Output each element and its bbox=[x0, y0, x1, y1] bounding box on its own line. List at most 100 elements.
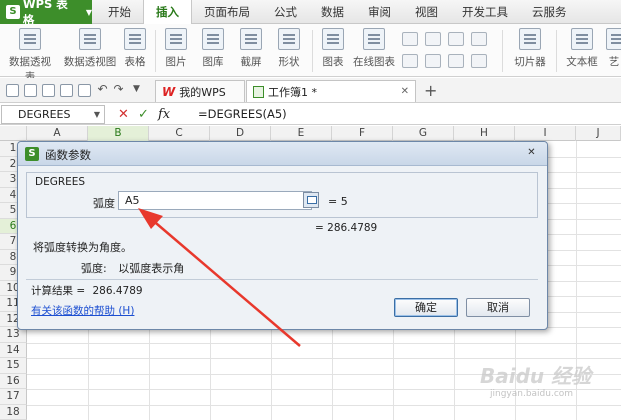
column-header[interactable]: A bbox=[27, 126, 88, 141]
row-header[interactable]: 16 bbox=[0, 373, 27, 389]
pivot-chart-label: 数据透视图 bbox=[63, 56, 117, 68]
menu-tab-cloud[interactable]: 云服务 bbox=[520, 0, 579, 24]
shapes-button[interactable]: 形状 bbox=[276, 28, 302, 69]
parameter-name: 弧度: bbox=[81, 262, 107, 275]
chart-button[interactable]: 图表 bbox=[320, 28, 346, 69]
name-box[interactable]: DEGREES ▼ bbox=[1, 105, 105, 124]
area-chart-icon[interactable] bbox=[471, 54, 487, 68]
art-text-button[interactable]: 艺 bbox=[606, 28, 621, 69]
dialog-title: 函数参数 bbox=[45, 148, 91, 162]
menu-tab-page-layout[interactable]: 页面布局 bbox=[192, 0, 262, 24]
pivot-table-icon bbox=[19, 28, 41, 50]
cancel-button[interactable]: 取消 bbox=[466, 298, 530, 317]
gridline bbox=[27, 404, 621, 406]
calculation-result-label: 计算结果 = bbox=[31, 285, 86, 297]
chevron-down-icon[interactable]: ▼ bbox=[130, 84, 143, 97]
chevron-down-icon[interactable]: ▼ bbox=[94, 106, 100, 123]
row-header[interactable]: 18 bbox=[0, 404, 27, 420]
argument-input[interactable]: A5 bbox=[118, 191, 312, 210]
undo-icon[interactable]: ↶ bbox=[96, 83, 109, 97]
dialog-divider bbox=[26, 279, 538, 280]
function-help-link[interactable]: 有关该函数的帮助 (H) bbox=[31, 303, 134, 318]
art-text-icon bbox=[606, 28, 621, 50]
cancel-x-icon[interactable]: ✕ bbox=[118, 107, 129, 122]
collapse-dialog-icon[interactable] bbox=[303, 192, 319, 208]
slicer-icon bbox=[519, 28, 541, 50]
pivot-table-button[interactable]: 数据透视表 bbox=[4, 28, 56, 84]
gallery-button[interactable]: 图库 bbox=[200, 28, 226, 69]
stock-chart-icon[interactable] bbox=[425, 32, 441, 46]
shapes-label: 形状 bbox=[278, 56, 300, 68]
insert-function-icon[interactable]: fx bbox=[158, 107, 170, 122]
column-chart-icon[interactable] bbox=[402, 54, 418, 68]
pivot-chart-button[interactable]: 数据透视图 bbox=[63, 28, 117, 69]
function-name: DEGREES bbox=[35, 176, 86, 188]
table-button[interactable]: 表格 bbox=[122, 28, 148, 69]
column-header[interactable]: H bbox=[454, 126, 515, 141]
pie-chart-icon[interactable] bbox=[448, 32, 464, 46]
menu-tab-view[interactable]: 视图 bbox=[403, 0, 450, 24]
row-header[interactable]: 17 bbox=[0, 389, 27, 405]
slicer-button[interactable]: 切片器 bbox=[510, 28, 550, 69]
tab-my-wps[interactable]: W 我的WPS bbox=[155, 80, 245, 102]
menu-tab-review[interactable]: 审阅 bbox=[356, 0, 403, 24]
save-icon[interactable] bbox=[6, 84, 19, 97]
confirm-check-icon[interactable]: ✓ bbox=[138, 107, 149, 122]
gallery-icon bbox=[202, 28, 224, 50]
textbox-button[interactable]: 文本框 bbox=[562, 28, 602, 69]
open-icon[interactable] bbox=[24, 84, 37, 97]
row-header[interactable]: 14 bbox=[0, 342, 27, 358]
ok-button[interactable]: 确定 bbox=[394, 298, 458, 317]
menu-tab-developer[interactable]: 开发工具 bbox=[450, 0, 520, 24]
menu-tab-formulas[interactable]: 公式 bbox=[262, 0, 309, 24]
column-header[interactable]: D bbox=[210, 126, 271, 141]
table-label: 表格 bbox=[124, 56, 146, 68]
row-header[interactable]: 15 bbox=[0, 358, 27, 374]
column-header[interactable]: I bbox=[515, 126, 576, 141]
menu-tabs: 开始 插入 页面布局 公式 数据 审阅 视图 开发工具 云服务 bbox=[96, 0, 579, 25]
menu-tab-home[interactable]: 开始 bbox=[96, 0, 143, 24]
quick-access-bar: ↶ ↷ ▼ W 我的WPS 工作簿1 * ✕ bbox=[0, 78, 621, 103]
scissors-icon bbox=[240, 28, 262, 50]
ribbon-separator bbox=[502, 30, 503, 72]
gridline bbox=[27, 342, 621, 344]
column-header[interactable]: F bbox=[332, 126, 393, 141]
watermark-main: Baidu 经验 bbox=[480, 364, 592, 388]
column-header[interactable]: G bbox=[393, 126, 454, 141]
tab-workbook1[interactable]: 工作簿1 * ✕ bbox=[246, 80, 416, 102]
textbox-label: 文本框 bbox=[566, 56, 598, 68]
close-icon[interactable]: ✕ bbox=[401, 86, 409, 97]
print-preview-icon[interactable] bbox=[60, 84, 73, 97]
spreadsheet-icon bbox=[253, 85, 264, 98]
redo-icon[interactable]: ↷ bbox=[112, 83, 125, 97]
menu-tab-data[interactable]: 数据 bbox=[309, 0, 356, 24]
screenshot-button[interactable]: 截屏 bbox=[238, 28, 264, 69]
function-arguments-dialog: S 函数参数 ✕ DEGREES 弧度 A5 = 5 = 286.4789 将弧… bbox=[17, 141, 548, 330]
formula-input[interactable]: =DEGREES(A5) bbox=[198, 107, 287, 121]
bar-chart-icon[interactable] bbox=[402, 32, 418, 46]
online-chart-icon bbox=[363, 28, 385, 50]
close-icon[interactable]: ✕ bbox=[524, 146, 539, 160]
tab-my-wps-label: 我的WPS bbox=[179, 85, 226, 99]
wps-logo-icon: S bbox=[6, 5, 20, 19]
column-header[interactable]: E bbox=[271, 126, 332, 141]
select-all-corner[interactable] bbox=[0, 126, 27, 141]
function-arguments-group: DEGREES 弧度 A5 = 5 bbox=[26, 172, 538, 218]
name-box-value: DEGREES bbox=[18, 108, 71, 121]
new-tab-plus-icon[interactable]: + bbox=[424, 81, 437, 100]
print-icon[interactable] bbox=[42, 84, 55, 97]
line-chart-icon[interactable] bbox=[425, 54, 441, 68]
scatter-chart-icon[interactable] bbox=[448, 54, 464, 68]
dialog-title-bar[interactable]: S 函数参数 ✕ bbox=[18, 142, 547, 166]
column-header[interactable]: B bbox=[88, 126, 149, 141]
calculation-result-value: 286.4789 bbox=[92, 285, 143, 297]
gridline bbox=[27, 358, 621, 359]
picture-button[interactable]: 图片 bbox=[163, 28, 189, 69]
radar-chart-icon[interactable] bbox=[471, 32, 487, 46]
app-menu-button[interactable]: S WPS 表格 ▼ bbox=[0, 0, 92, 27]
online-chart-button[interactable]: 在线图表 bbox=[352, 28, 396, 69]
column-header[interactable]: C bbox=[149, 126, 210, 141]
column-header[interactable]: J bbox=[576, 126, 621, 141]
menu-tab-insert[interactable]: 插入 bbox=[143, 0, 192, 25]
format-painter-icon[interactable] bbox=[78, 84, 91, 97]
